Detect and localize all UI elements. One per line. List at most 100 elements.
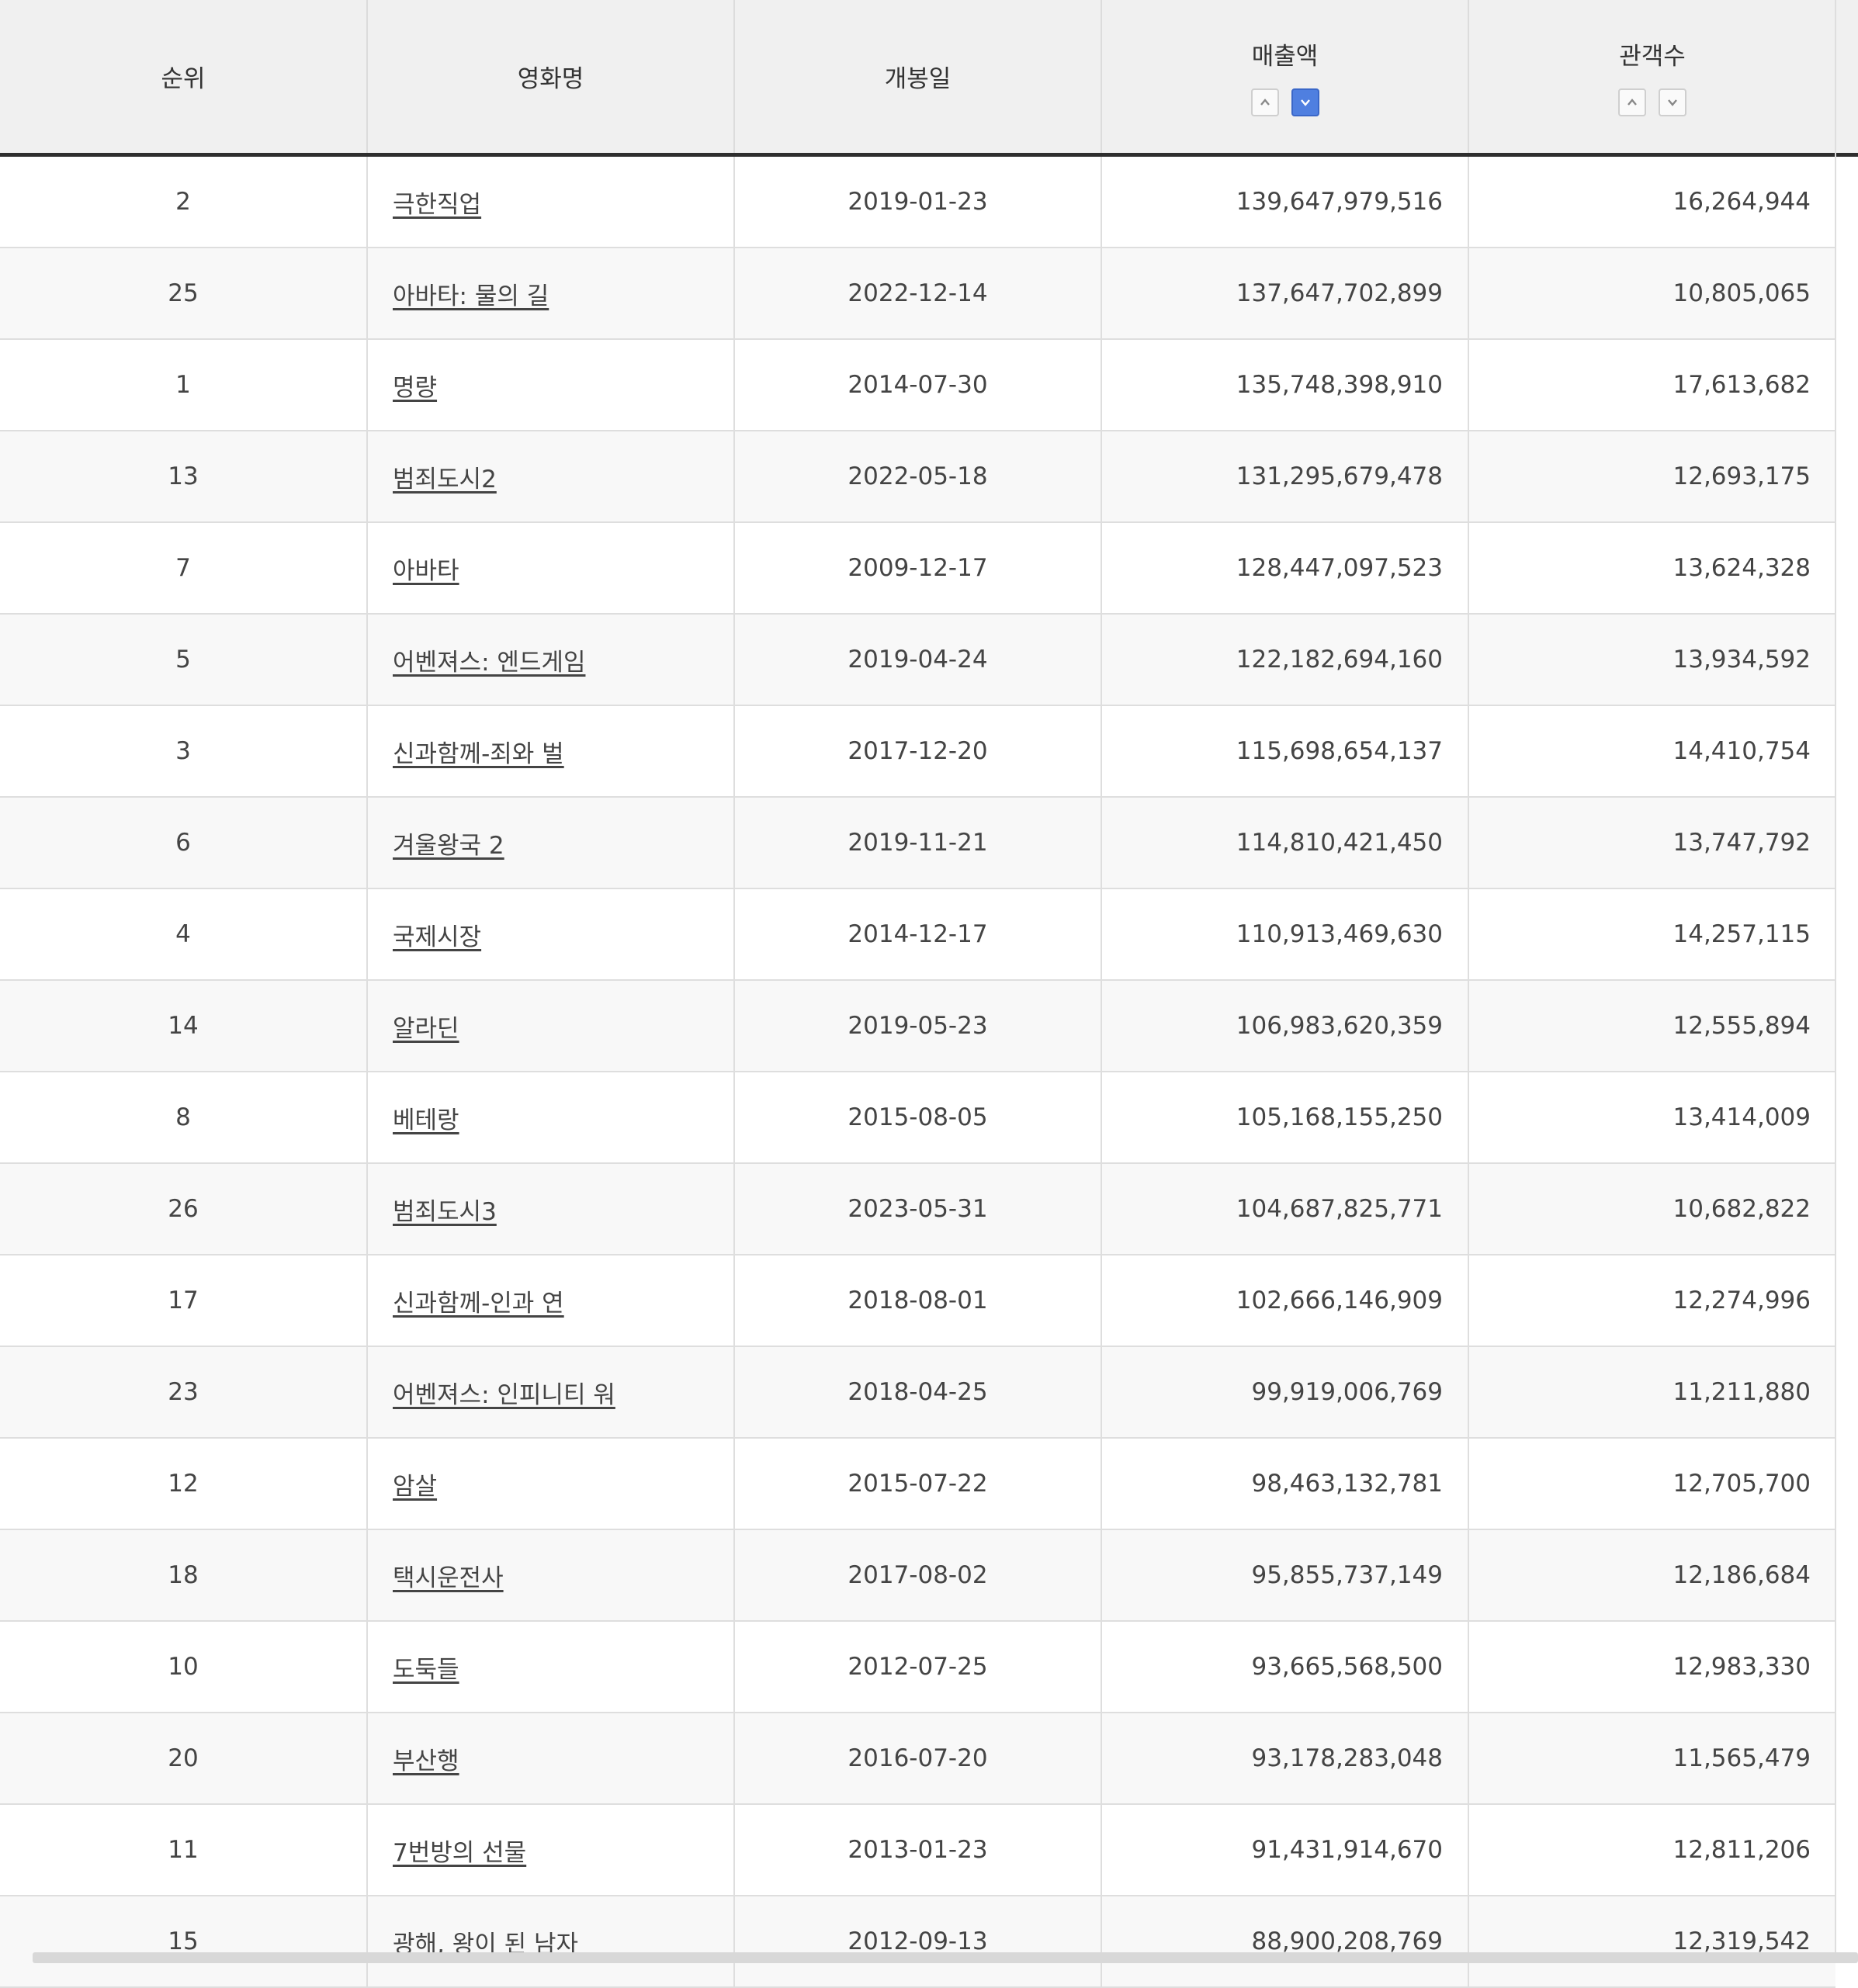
revenue-sort-desc-button[interactable] [1291,88,1319,116]
table-row: 4 국제시장 2014-12-17 110,913,469,630 14,257,115 [0,888,1835,981]
cell-release-date: 2019-05-23 [733,980,1101,1072]
cell-title: 명량 [366,339,734,431]
revenue-sort-controls [1102,88,1468,116]
cell-revenue: 135,748,398,910 [1101,339,1468,431]
cell-rank: 18 [0,1529,367,1622]
table-row: 18 택시운전사 2017-08-02 95,855,737,149 12,186,68… [0,1529,1835,1622]
box-office-table: 순위 영화명 개봉일 매출액 관객수 2 극한직업 2019-01-23 139… [0,0,1835,1988]
cell-audience: 12,319,542 [1468,1896,1835,1988]
cell-revenue: 93,178,283,048 [1101,1713,1468,1805]
cell-release-date: 2009-12-17 [733,522,1101,615]
movie-title-link[interactable]: 범죄도시3 [393,1198,497,1226]
table-body: 2 극한직업 2019-01-23 139,647,979,516 16,264,944… [0,154,1835,1988]
cell-audience: 12,274,996 [1468,1255,1835,1347]
horizontal-scrollbar[interactable] [33,1952,1858,1963]
cell-rank: 11 [0,1804,367,1896]
header-revenue-label: 매출액 [1251,43,1319,71]
cell-revenue: 131,295,679,478 [1101,431,1468,523]
audience-sort-controls [1469,88,1835,116]
cell-revenue: 110,913,469,630 [1101,888,1468,981]
table-row: 25 아바타: 물의 길 2022-12-14 137,647,702,899 10,8… [0,248,1835,340]
cell-release-date: 2014-07-30 [733,339,1101,431]
cell-release-date: 2018-04-25 [733,1346,1101,1439]
movie-title-link[interactable]: 베테랑 [393,1107,459,1134]
header-revenue: 매출액 [1101,0,1468,157]
header-audience: 관객수 [1468,0,1835,157]
movie-title-link[interactable]: 아바타: 물의 길 [393,282,549,310]
cell-rank: 17 [0,1255,367,1347]
cell-revenue: 137,647,702,899 [1101,248,1468,340]
cell-audience: 12,693,175 [1468,431,1835,523]
revenue-sort-asc-button[interactable] [1250,88,1279,116]
movie-title-link[interactable]: 신과함께-인과 연 [393,1290,564,1318]
cell-audience: 10,805,065 [1468,248,1835,340]
cell-title: 광해, 왕이 된 남자 [366,1896,734,1988]
cell-audience: 12,186,684 [1468,1529,1835,1622]
cell-title: 극한직업 [366,154,734,248]
cell-audience: 12,705,700 [1468,1438,1835,1530]
cell-audience: 13,414,009 [1468,1072,1835,1164]
table-row: 26 범죄도시3 2023-05-31 104,687,825,771 10,682,8… [0,1163,1835,1255]
movie-title-link[interactable]: 국제시장 [393,923,481,951]
cell-title: 겨울왕국 2 [366,797,734,889]
header-title-label: 영화명 [517,65,584,93]
chevron-down-icon [1300,99,1310,106]
cell-audience: 11,211,880 [1468,1346,1835,1439]
movie-title-link[interactable]: 알라딘 [393,1015,459,1043]
cell-release-date: 2017-08-02 [733,1529,1101,1622]
cell-release-date: 2014-12-17 [733,888,1101,981]
cell-release-date: 2019-04-24 [733,614,1101,706]
table-row: 5 어벤져스: 엔드게임 2019-04-24 122,182,694,160 13,9… [0,614,1835,706]
cell-revenue: 88,900,208,769 [1101,1896,1468,1988]
cell-audience: 13,624,328 [1468,522,1835,615]
movie-title-link[interactable]: 택시운전사 [393,1564,504,1592]
cell-audience: 12,555,894 [1468,980,1835,1072]
movie-title-link[interactable]: 아바타 [393,557,459,585]
table-row: 8 베테랑 2015-08-05 105,168,155,250 13,414,009 [0,1072,1835,1164]
cell-release-date: 2017-12-20 [733,705,1101,798]
movie-title-link[interactable]: 도둑들 [393,1656,459,1684]
header-release-date: 개봉일 [733,0,1101,157]
chevron-down-icon [1668,99,1677,106]
cell-rank: 2 [0,154,367,248]
table-row: 12 암살 2015-07-22 98,463,132,781 12,705,700 [0,1438,1835,1530]
movie-title-link[interactable]: 신과함께-죄와 벌 [393,740,564,768]
cell-audience: 16,264,944 [1468,154,1835,248]
cell-rank: 12 [0,1438,367,1530]
cell-release-date: 2016-07-20 [733,1713,1101,1805]
chevron-up-icon [1627,99,1637,106]
cell-rank: 8 [0,1072,367,1164]
cell-release-date: 2019-11-21 [733,797,1101,889]
cell-title: 어벤져스: 인피니티 워 [366,1346,734,1439]
cell-audience: 17,613,682 [1468,339,1835,431]
cell-release-date: 2013-01-23 [733,1804,1101,1896]
cell-title: 아바타 [366,522,734,615]
movie-title-link[interactable]: 어벤져스: 인피니티 워 [393,1381,615,1409]
cell-title: 암살 [366,1438,734,1530]
cell-revenue: 122,182,694,160 [1101,614,1468,706]
movie-title-link[interactable]: 부산행 [393,1747,459,1775]
cell-audience: 12,983,330 [1468,1621,1835,1713]
movie-title-link[interactable]: 극한직업 [393,191,481,219]
cell-revenue: 115,698,654,137 [1101,705,1468,798]
movie-title-link[interactable]: 겨울왕국 2 [393,832,504,860]
table-row: 15 광해, 왕이 된 남자 2012-09-13 88,900,208,769 12,… [0,1896,1835,1988]
table-row: 20 부산행 2016-07-20 93,178,283,048 11,565,479 [0,1713,1835,1805]
cell-rank: 5 [0,614,367,706]
header-rank-label: 순위 [161,65,206,93]
table-row: 17 신과함께-인과 연 2018-08-01 102,666,146,909 12,2… [0,1255,1835,1347]
movie-title-link[interactable]: 7번방의 선물 [393,1839,526,1867]
cell-title: 7번방의 선물 [366,1804,734,1896]
movie-title-link[interactable]: 범죄도시2 [393,466,497,494]
cell-revenue: 102,666,146,909 [1101,1255,1468,1347]
audience-sort-desc-button[interactable] [1659,88,1686,116]
movie-title-link[interactable]: 어벤져스: 엔드게임 [393,649,585,677]
movie-title-link[interactable]: 명량 [393,374,437,402]
audience-sort-asc-button[interactable] [1618,88,1646,116]
movie-title-link[interactable]: 암살 [393,1473,437,1501]
table-row: 13 범죄도시2 2022-05-18 131,295,679,478 12,693,1… [0,431,1835,523]
cell-revenue: 93,665,568,500 [1101,1621,1468,1713]
table-header: 순위 영화명 개봉일 매출액 관객수 [0,0,1835,157]
cell-audience: 11,565,479 [1468,1713,1835,1805]
cell-release-date: 2015-08-05 [733,1072,1101,1164]
